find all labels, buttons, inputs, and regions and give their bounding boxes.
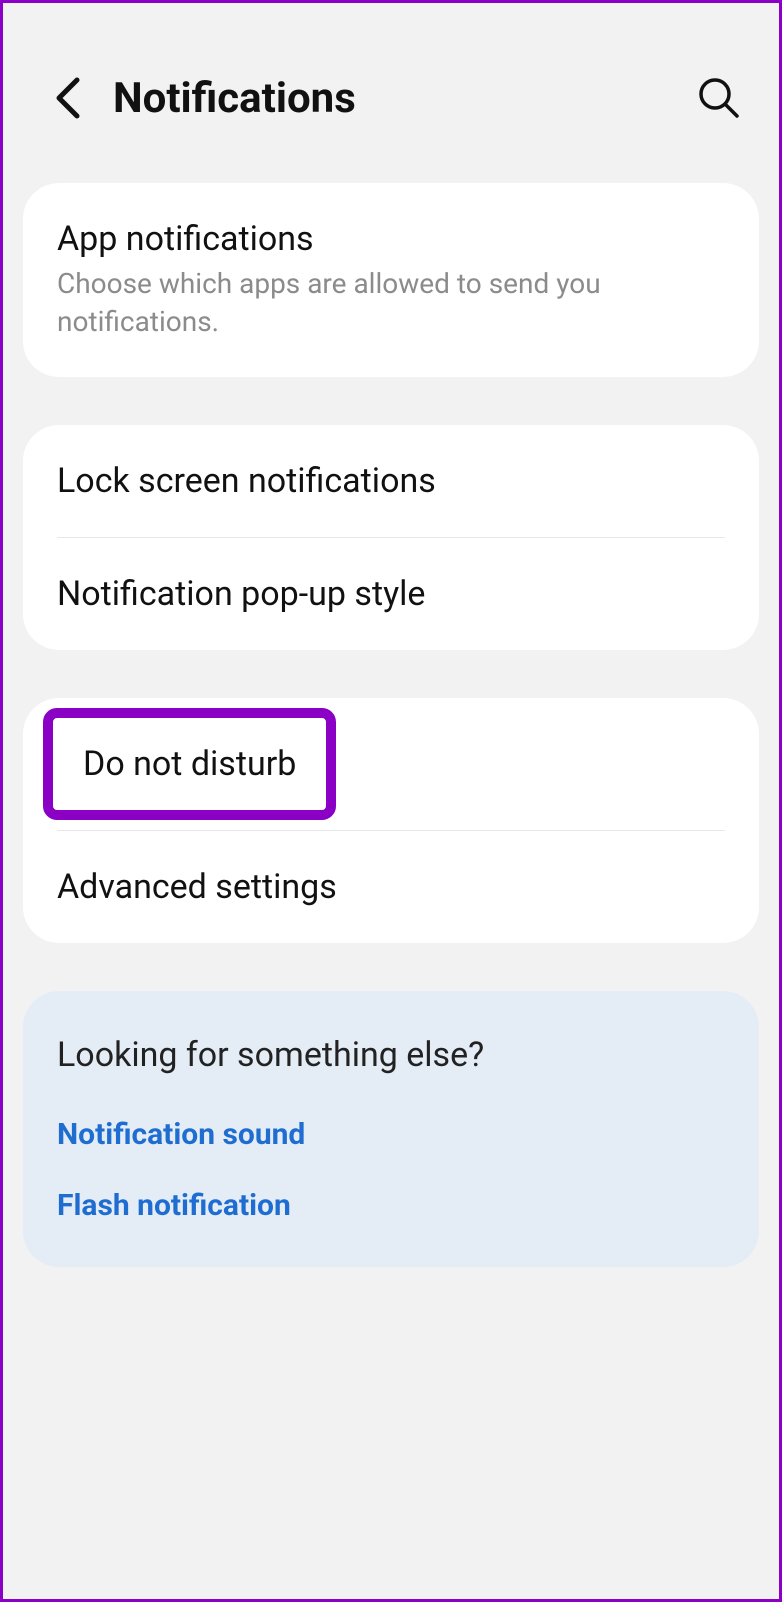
row-label: Notification pop-up style [57,574,725,614]
search-button[interactable] [689,68,749,128]
row-label: Lock screen notifications [57,461,725,501]
page-title: Notifications [113,74,689,123]
card-more-settings: Do not disturb Advanced settings [23,698,759,943]
row-app-notifications[interactable]: App notifications Choose which apps are … [23,183,759,377]
highlight-annotation: Do not disturb [43,708,336,820]
row-notification-popup-style[interactable]: Notification pop-up style [23,538,759,650]
row-label: Do not disturb [83,744,296,784]
row-do-not-disturb[interactable]: Do not disturb [23,698,759,830]
card-display-settings: Lock screen notifications Notification p… [23,425,759,650]
header: Notifications [3,3,779,183]
row-advanced-settings[interactable]: Advanced settings [23,831,759,943]
row-subtitle: Choose which apps are allowed to send yo… [57,265,725,341]
row-label: App notifications [57,219,725,259]
link-label: Flash notification [57,1188,291,1223]
row-label: Advanced settings [57,867,725,907]
chevron-left-icon [53,76,83,120]
back-button[interactable] [33,63,103,133]
link-flash-notification[interactable]: Flash notification [23,1170,759,1267]
info-title: Looking for something else? [23,991,759,1099]
link-label: Notification sound [57,1117,305,1152]
row-lock-screen-notifications[interactable]: Lock screen notifications [23,425,759,537]
search-icon [697,76,741,120]
link-notification-sound[interactable]: Notification sound [23,1099,759,1170]
card-looking-for-else: Looking for something else? Notification… [23,991,759,1267]
card-app-notifications: App notifications Choose which apps are … [23,183,759,377]
